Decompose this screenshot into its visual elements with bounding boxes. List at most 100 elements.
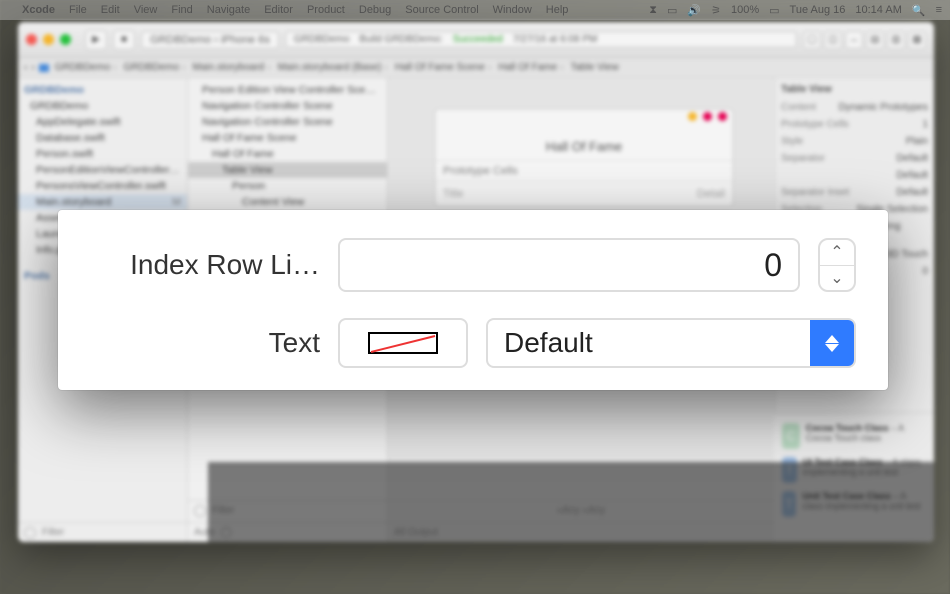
inspector-value[interactable]: Default [896,170,928,181]
outline-item[interactable]: Person [188,178,387,194]
nav-file[interactable]: Database.swift [18,130,187,146]
debug-area[interactable] [208,462,934,542]
cell-title: Title [443,188,463,200]
jump-seg-3[interactable]: Main.storyboard (Base) [278,62,391,73]
inspector-value[interactable]: Default [896,187,928,198]
filter-icon[interactable] [194,505,206,517]
editor-version-button[interactable]: ↔ [845,31,863,49]
jump-seg-2[interactable]: Main.storyboard [193,62,274,73]
inspector-value[interactable]: 0 [922,266,928,277]
nav-file[interactable]: Person.swift [18,146,187,162]
library-item-name: Cocoa Touch Class [806,423,889,433]
jump-bar[interactable]: ‹ › GRDBDemo GRDBDemo Main.storyboard Ma… [18,58,934,78]
menu-view[interactable]: View [134,4,158,16]
navigator-group[interactable]: GRDBDemo [18,98,187,114]
window-zoom-button[interactable] [60,34,71,45]
notification-center-icon[interactable]: ≡ [936,4,942,16]
jump-back-icon[interactable]: ‹ [24,62,27,73]
outline-scene[interactable]: Hall Of Fame Scene [188,130,387,146]
text-color-dropdown[interactable]: Default [486,318,856,368]
scheme-selector[interactable]: GRDBDemo › iPhone 6s [141,31,279,49]
scheme-app: GRDBDemo [150,34,211,46]
navigator-project[interactable]: GRDBDemo [18,82,187,98]
cell-detail: Detail [697,188,725,200]
inspector-label: Prototype Cells [781,119,849,130]
inspector-value[interactable]: Default [896,153,928,164]
display-icon[interactable]: ▭ [667,4,677,17]
jump-seg-6[interactable]: Table View [571,62,619,73]
scene-dot-icon [688,112,697,121]
index-row-limit-stepper[interactable]: ⌃ ⌄ [818,238,856,292]
text-color-label: Text [90,327,320,359]
jump-forward-icon[interactable]: › [31,62,34,73]
outline-scene[interactable]: Person Edition View Controller Sce… [188,82,387,98]
window-close-button[interactable] [26,34,37,45]
no-color-icon [368,332,438,354]
nav-file[interactable]: AppDelegate.swift [18,114,187,130]
wifi-icon[interactable]: ⚞ [711,4,721,17]
clock-time: 10:14 AM [855,4,901,16]
index-row-limit-field[interactable]: 0 [338,238,800,292]
nav-file[interactable]: PersonsViewController.swift [18,178,187,194]
outline-scene[interactable]: Navigation Controller Scene [188,114,387,130]
outline-item[interactable]: Hall Of Fame [188,146,387,162]
menu-editor[interactable]: Editor [264,4,293,16]
scene-dot-icon [718,112,727,121]
stepper-down-icon[interactable]: ⌄ [820,266,854,291]
stepper-up-icon[interactable]: ⌃ [820,240,854,266]
nav-file-selected[interactable]: Main.storyboard M [18,194,187,210]
dropdown-chevron-icon[interactable] [810,320,854,366]
prototype-cell-row[interactable]: Title Detail [435,181,733,206]
inspector-value[interactable]: 3D Touch [886,249,928,260]
filter-icon[interactable] [24,527,36,539]
activity-scheme: GRDBDemo [294,34,350,45]
menu-edit[interactable]: Edit [101,4,120,16]
jump-seg-4[interactable]: Hall Of Fame Scene [395,62,494,73]
bluetooth-icon[interactable]: ⧗ [649,4,657,17]
nav-file[interactable]: PersonEditionViewController.swift [18,162,187,178]
filter-label: Filter [42,527,64,538]
clock-day: Tue Aug 16 [790,4,846,16]
simulated-tableview[interactable]: Hall Of Fame Prototype Cells Title Detai… [434,108,734,207]
outline-item-selected[interactable]: Table View [188,162,387,178]
menu-debug[interactable]: Debug [359,4,391,16]
stop-button[interactable]: ■ [113,30,135,50]
jump-seg-1[interactable]: GRDBDemo [124,62,189,73]
inspector-value[interactable]: Plain [906,136,928,147]
menu-source-control[interactable]: Source Control [405,4,478,16]
inspector-label: Separator [781,153,825,164]
toggle-debug-button[interactable]: ▥ [887,31,905,49]
battery-percent: 100% [731,4,759,16]
outline-scene[interactable]: Navigation Controller Scene [188,98,387,114]
window-minimize-button[interactable] [43,34,54,45]
outline-item[interactable]: Content View [188,194,387,210]
prototype-cells-label: Prototype Cells [435,160,733,181]
scene-dot-icon [703,112,712,121]
editor-standard-button[interactable]: ▢ [803,31,821,49]
menu-navigate[interactable]: Navigate [207,4,250,16]
library-item[interactable]: C Cocoa Touch Class – A Cocoa Touch clas… [780,419,928,453]
scheme-device: iPhone 6s [221,34,270,46]
xcode-toolbar: ▶ ■ GRDBDemo › iPhone 6s GRDBDemo Build … [18,22,934,58]
battery-icon[interactable]: ▭ [769,4,779,17]
run-button[interactable]: ▶ [85,30,107,50]
menu-product[interactable]: Product [307,4,345,16]
jump-seg-0[interactable]: GRDBDemo [55,62,120,73]
inspector-value[interactable]: 1 [922,119,928,130]
nav-file-label: Main.storyboard [36,196,111,208]
app-menu[interactable]: Xcode [22,4,55,16]
menu-help[interactable]: Help [546,4,569,16]
inspector-value[interactable]: Dynamic Prototypes [839,102,928,113]
spotlight-icon[interactable]: 🔍 [912,4,926,17]
volume-icon[interactable]: 🔊 [687,4,701,17]
text-color-swatch[interactable] [338,318,468,368]
menu-window[interactable]: Window [493,4,532,16]
toggle-inspector-button[interactable]: ▦ [908,31,926,49]
scm-modified-badge: M [172,196,181,208]
toggle-navigator-button[interactable]: ▤ [866,31,884,49]
menu-find[interactable]: Find [171,4,192,16]
jump-seg-5[interactable]: Hall Of Fame [498,62,566,73]
menu-file[interactable]: File [69,4,87,16]
editor-assistant-button[interactable]: ◫ [824,31,842,49]
activity-viewer: GRDBDemo Build GRDBDemo: Succeeded 7/27/… [285,31,797,48]
